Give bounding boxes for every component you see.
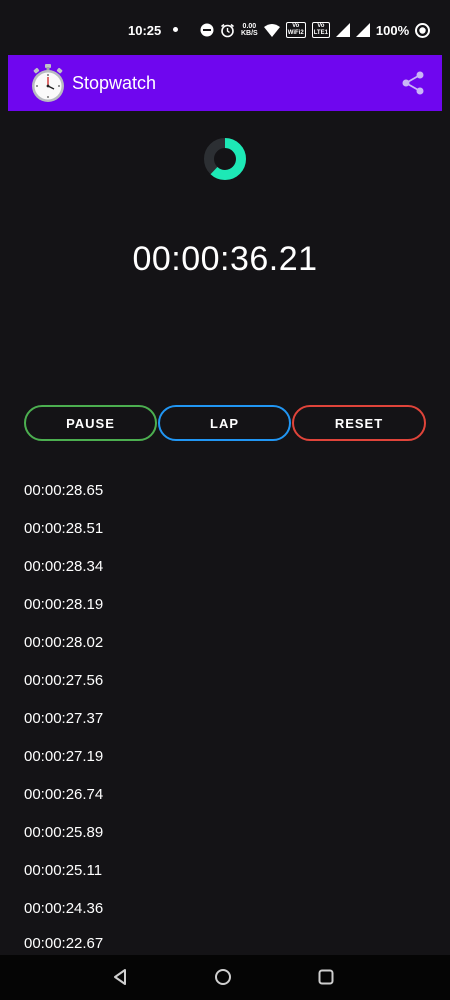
lap-button[interactable]: LAP [158,405,291,441]
lap-item: 00:00:26.74 [24,786,104,803]
home-icon[interactable] [213,967,233,987]
lap-item: 00:00:25.89 [24,824,104,841]
network-speed-value: 0.00 [242,23,257,30]
volte-lte-top: Vo [317,23,325,29]
battery-icon [415,22,431,38]
lap-item: 00:00:25.11 [24,862,103,879]
lap-item: 00:00:22.67 [24,935,104,948]
alarm-icon [220,22,235,38]
app-bar: Stopwatch [8,55,442,111]
volte-wifi-top: Vo [292,23,300,29]
pause-button[interactable]: PAUSE [24,405,157,441]
lap-item: 00:00:28.51 [24,520,104,537]
status-time: 10:25 [128,23,162,38]
volte-lte-bottom: LTE1 [313,30,328,36]
elapsed-time-display: 00:00:36.21 [132,240,318,278]
share-icon[interactable] [400,70,426,96]
lap-item: 00:00:28.65 [24,482,104,499]
lap-item: 00:00:28.19 [24,596,104,613]
wifi-icon [263,22,280,38]
reset-button[interactable]: RESET [292,405,426,441]
lap-item: 00:00:27.56 [24,672,104,689]
stopwatch-screen: 10:25 0.00 KB/S Vo WiFi2 Vo LTE1 100% St… [0,0,450,1000]
volte-lte-badge: Vo LTE1 [311,22,330,38]
battery-percent: 100% [375,22,410,38]
signal-1-icon [335,22,350,38]
network-speed-unit: KB/S [241,30,258,37]
app-title: Stopwatch [72,73,157,93]
seconds-progress-ring [204,138,246,180]
laps-list[interactable]: 00:00:28.65 00:00:28.51 00:00:28.34 00:0… [0,472,450,948]
lap-item: 00:00:24.36 [24,900,104,917]
recents-icon[interactable] [316,967,336,987]
signal-2-icon [355,22,370,38]
lap-item: 00:00:28.02 [24,634,104,651]
volte-wifi-badge: Vo WiFi2 [285,22,306,38]
system-navigation-bar [0,955,450,1000]
volte-wifi-bottom: WiFi2 [287,30,304,36]
lap-item: 00:00:28.34 [24,558,104,575]
status-icons: 0.00 KB/S Vo WiFi2 Vo LTE1 100% [200,21,431,39]
status-bar: 10:25 0.00 KB/S Vo WiFi2 Vo LTE1 100% [0,0,450,55]
back-icon[interactable] [110,967,130,987]
stopwatch-logo-icon [32,64,64,102]
notification-dot [173,27,178,32]
lap-item: 00:00:27.19 [24,748,104,765]
lap-item: 00:00:27.37 [24,710,104,727]
network-speed: 0.00 KB/S [241,23,258,37]
do-not-disturb-icon [200,22,214,38]
